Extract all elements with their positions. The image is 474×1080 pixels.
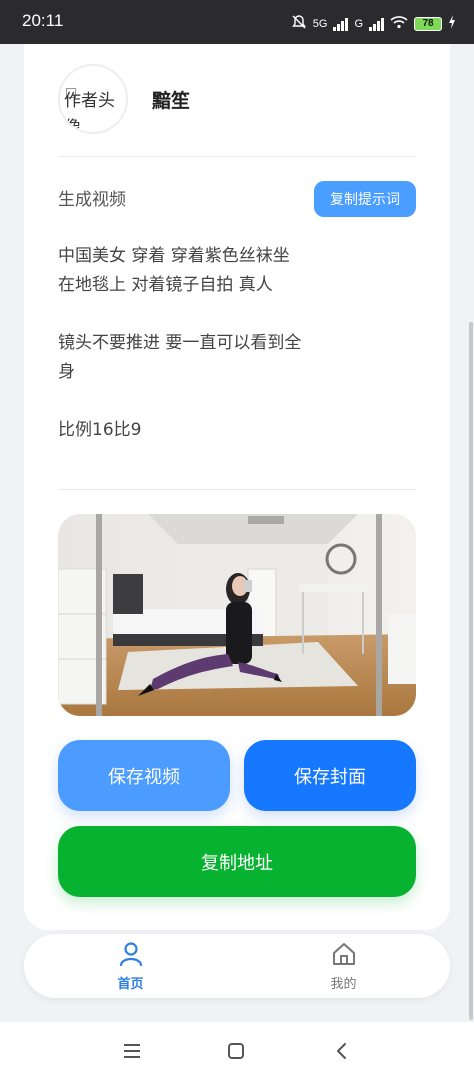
status-icons: 5G G 78 xyxy=(291,14,456,33)
author-row: 作者头像 黯笙 xyxy=(58,64,190,134)
bell-muted-icon xyxy=(291,14,307,33)
save-cover-button[interactable]: 保存封面 xyxy=(244,740,416,811)
wifi-icon xyxy=(390,15,408,32)
battery-icon: 78 xyxy=(414,16,442,31)
status-bar: 20:11 5G G 78 xyxy=(0,0,474,44)
menu-icon[interactable] xyxy=(119,1038,145,1064)
scrollbar[interactable] xyxy=(469,322,473,1020)
divider xyxy=(58,489,416,490)
prompt-title: 生成视频 xyxy=(58,190,126,210)
home-square-icon[interactable] xyxy=(223,1038,249,1064)
copy-url-button[interactable]: 复制地址 xyxy=(58,826,416,897)
save-video-button[interactable]: 保存视频 xyxy=(58,740,230,811)
home-icon xyxy=(331,941,357,971)
network-label-2: G xyxy=(354,17,363,30)
divider xyxy=(58,156,416,157)
system-nav-bar xyxy=(0,1022,474,1080)
tab-mine[interactable]: 我的 xyxy=(237,934,450,998)
tab-mine-label: 我的 xyxy=(330,976,357,992)
author-name: 黯笙 xyxy=(152,89,191,112)
signal-icon xyxy=(369,17,384,31)
network-label-1: 5G xyxy=(312,17,328,30)
avatar-alt-text: 作者头像 xyxy=(64,91,115,134)
tab-home-label: 首页 xyxy=(117,976,144,992)
charging-icon xyxy=(448,15,456,32)
signal-icon xyxy=(333,17,349,31)
copy-prompt-button[interactable]: 复制提示词 xyxy=(314,181,416,217)
status-time: 20:11 xyxy=(22,11,64,30)
video-cover-image[interactable] xyxy=(58,514,416,716)
bottom-tab-bar: 首页 我的 xyxy=(24,934,450,998)
prompt-text: 中国美女 穿着 穿着紫色丝袜坐在地毯上 对着镜子自拍 真人 镜头不要推进 要一直… xyxy=(58,246,302,440)
person-icon xyxy=(118,941,144,971)
back-icon[interactable] xyxy=(329,1038,355,1064)
author-avatar[interactable]: 作者头像 xyxy=(58,64,128,134)
detail-card: 作者头像 黯笙 生成视频 复制提示词 中国美女 穿着 穿着紫色丝袜坐在地毯上 对… xyxy=(24,44,450,930)
tab-home[interactable]: 首页 xyxy=(24,934,237,998)
